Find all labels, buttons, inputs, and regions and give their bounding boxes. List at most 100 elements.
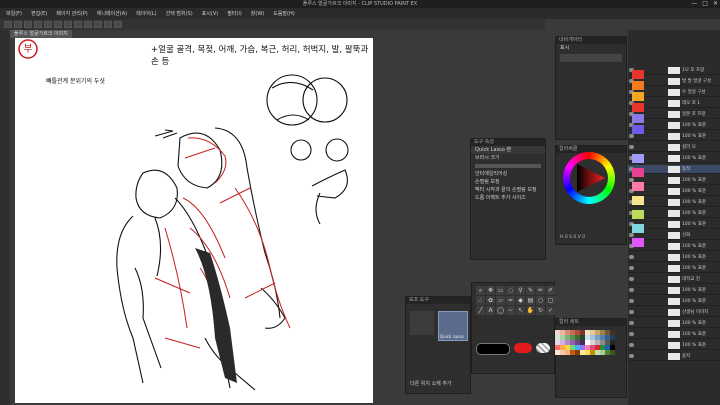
blend-tool-icon[interactable]: ≈ xyxy=(506,296,515,305)
menu-help[interactable]: 도움말(H) xyxy=(273,10,294,17)
layer-row[interactable]: 대학교 진 xyxy=(628,275,720,284)
stabilization-row[interactable]: 손떨림 보정 xyxy=(471,178,545,186)
add-material-link[interactable]: 다른 위치 소재 추가 xyxy=(410,380,452,387)
undo-button[interactable] xyxy=(34,21,42,28)
transform-button[interactable] xyxy=(64,21,72,28)
quick-lasso-subtool[interactable]: Quick Lasso xyxy=(438,311,468,341)
layer-thumbnail xyxy=(668,144,680,151)
layer-row[interactable]: 100 % 표준 xyxy=(628,319,720,328)
subtool-category-icon[interactable] xyxy=(410,311,434,335)
redo-button[interactable] xyxy=(44,21,52,28)
eyedropper-tool-icon[interactable]: ⚲ xyxy=(516,286,525,295)
layer-row[interactable]: 100 % 표준 xyxy=(628,330,720,339)
minimize-button[interactable]: — xyxy=(691,0,697,8)
zoom-tool-icon[interactable]: ⌕ xyxy=(476,286,485,295)
correction-tool-icon[interactable]: ✓ xyxy=(546,306,555,315)
brush-size-row[interactable]: 브러시 크기 xyxy=(471,154,545,162)
visibility-eye-icon[interactable] xyxy=(629,145,634,149)
main-color-swatch[interactable] xyxy=(476,343,510,355)
visibility-eye-icon[interactable] xyxy=(629,299,634,303)
fill-tool-icon[interactable]: ◆ xyxy=(516,296,525,305)
move-tool-icon[interactable]: ✥ xyxy=(486,286,495,295)
invert-selection-button[interactable] xyxy=(84,21,92,28)
visibility-eye-icon[interactable] xyxy=(629,288,634,292)
visibility-eye-icon[interactable] xyxy=(629,310,634,314)
layer-row[interactable]: 100 % 표준 xyxy=(628,286,720,295)
saturation-triangle[interactable] xyxy=(563,152,615,204)
text-tool-icon[interactable]: A xyxy=(486,306,495,315)
close-button[interactable]: ✕ xyxy=(713,0,718,8)
color-set-header: 컬러 세트 xyxy=(556,319,626,326)
visibility-eye-icon[interactable] xyxy=(629,266,634,270)
visibility-eye-icon[interactable] xyxy=(629,233,634,237)
menu-animation[interactable]: 애니메이션(A) xyxy=(97,10,127,17)
layer-row[interactable]: 선생님 이미지 xyxy=(628,308,720,317)
drop-effect-row[interactable]: 드롭 이펙트 추가 사이즈 xyxy=(471,194,545,202)
tool-property-panel: 도구 속성 Quick Lasso 펜 브러시 크기 안티에일리어싱 손떨림 보… xyxy=(470,138,546,260)
figure-tool-icon[interactable]: ○ xyxy=(536,296,545,305)
transparent-swatch[interactable] xyxy=(536,343,550,353)
menu-layer[interactable]: 레이어(L) xyxy=(136,10,157,17)
layer-row[interactable]: 용지 xyxy=(628,352,720,361)
visibility-eye-icon[interactable] xyxy=(629,343,634,347)
clear-button[interactable] xyxy=(54,21,62,28)
open-button[interactable] xyxy=(14,21,22,28)
layer-name: 발 발 얼굴 구성 xyxy=(682,79,712,84)
visibility-eye-icon[interactable] xyxy=(629,354,634,358)
visibility-eye-icon[interactable] xyxy=(629,321,634,325)
layer-row[interactable]: 컬러 모 xyxy=(628,143,720,152)
rotate-tool-icon[interactable]: ↻ xyxy=(536,306,545,315)
visibility-eye-icon[interactable] xyxy=(629,134,634,138)
sub-color-swatch[interactable] xyxy=(514,343,532,353)
save-button[interactable] xyxy=(24,21,32,28)
ruler-tool-icon[interactable]: ╱ xyxy=(476,306,485,315)
visibility-eye-icon[interactable] xyxy=(629,255,634,259)
color-set-grid[interactable] xyxy=(555,330,617,370)
anti-alias-row[interactable]: 안티에일리어싱 xyxy=(471,170,545,178)
hand-tool-icon[interactable]: ✋ xyxy=(526,306,535,315)
drawing-canvas[interactable]: 부 +얼굴 골격, 목젖, 어깨, 가슴, 복근, 허리, 허벅지, 발, 팔뚝… xyxy=(15,38,373,403)
layer-name: 100 % 표준 xyxy=(682,321,707,326)
frame-tool-icon[interactable]: ▢ xyxy=(546,296,555,305)
color-wheel[interactable] xyxy=(563,152,615,204)
brush-tool-icon[interactable]: ✐ xyxy=(546,286,555,295)
layer-row[interactable]: 100 % 표준 xyxy=(628,297,720,306)
vector-stabilization-row[interactable]: 벡터 시작과 끝의 손떨림 보정 xyxy=(471,186,545,194)
menu-filter[interactable]: 필터(I) xyxy=(227,10,242,17)
menu-view[interactable]: 표시(V) xyxy=(202,10,219,17)
layer-row[interactable]: 100 % 표준 xyxy=(628,264,720,273)
pen-tool-icon[interactable]: ✎ xyxy=(526,286,535,295)
layer-row[interactable]: 100 % 표준 xyxy=(628,341,720,350)
operation-tool-icon[interactable]: ↖ xyxy=(516,306,525,315)
navigator-zoom-bar[interactable] xyxy=(560,54,622,62)
document-tabs: 플루스 얼굴가르크 이미지 xyxy=(10,30,555,38)
layer-name: 1모 포 프랑 xyxy=(682,68,705,73)
brush-size-slider[interactable] xyxy=(475,164,541,168)
ruler-button[interactable] xyxy=(104,21,112,28)
decoration-tool-icon[interactable]: ✿ xyxy=(486,296,495,305)
gradient-tool-icon[interactable]: ▤ xyxy=(526,296,535,305)
deselect-button[interactable] xyxy=(74,21,82,28)
layer-color-chip xyxy=(632,125,644,134)
menu-selection[interactable]: 선택 범위(S) xyxy=(166,10,193,17)
airbrush-tool-icon[interactable]: ∴ xyxy=(476,296,485,305)
snap-button[interactable] xyxy=(94,21,102,28)
palette-swatch[interactable] xyxy=(610,350,615,355)
new-file-button[interactable] xyxy=(4,21,12,28)
layer-row[interactable]: 100 % 표준 xyxy=(628,253,720,262)
select-tool-icon[interactable]: ▭ xyxy=(496,286,505,295)
menu-page[interactable]: 페이지 관리(P) xyxy=(56,10,88,17)
grid-button[interactable] xyxy=(114,21,122,28)
visibility-eye-icon[interactable] xyxy=(629,277,634,281)
document-tab[interactable]: 플루스 얼굴가르크 이미지 xyxy=(10,30,72,38)
menu-file[interactable]: 파일(F) xyxy=(6,10,22,17)
maximize-button[interactable]: □ xyxy=(702,0,708,8)
line-fix-tool-icon[interactable]: ~ xyxy=(506,306,515,315)
eraser-tool-icon[interactable]: ▱ xyxy=(496,296,505,305)
visibility-eye-icon[interactable] xyxy=(629,332,634,336)
pencil-tool-icon[interactable]: ✏ xyxy=(536,286,545,295)
balloon-tool-icon[interactable]: ◯ xyxy=(496,306,505,315)
menu-edit[interactable]: 편집(E) xyxy=(31,10,47,17)
menu-window[interactable]: 창(W) xyxy=(251,10,264,17)
lasso-tool-icon[interactable]: ◌ xyxy=(506,286,515,295)
